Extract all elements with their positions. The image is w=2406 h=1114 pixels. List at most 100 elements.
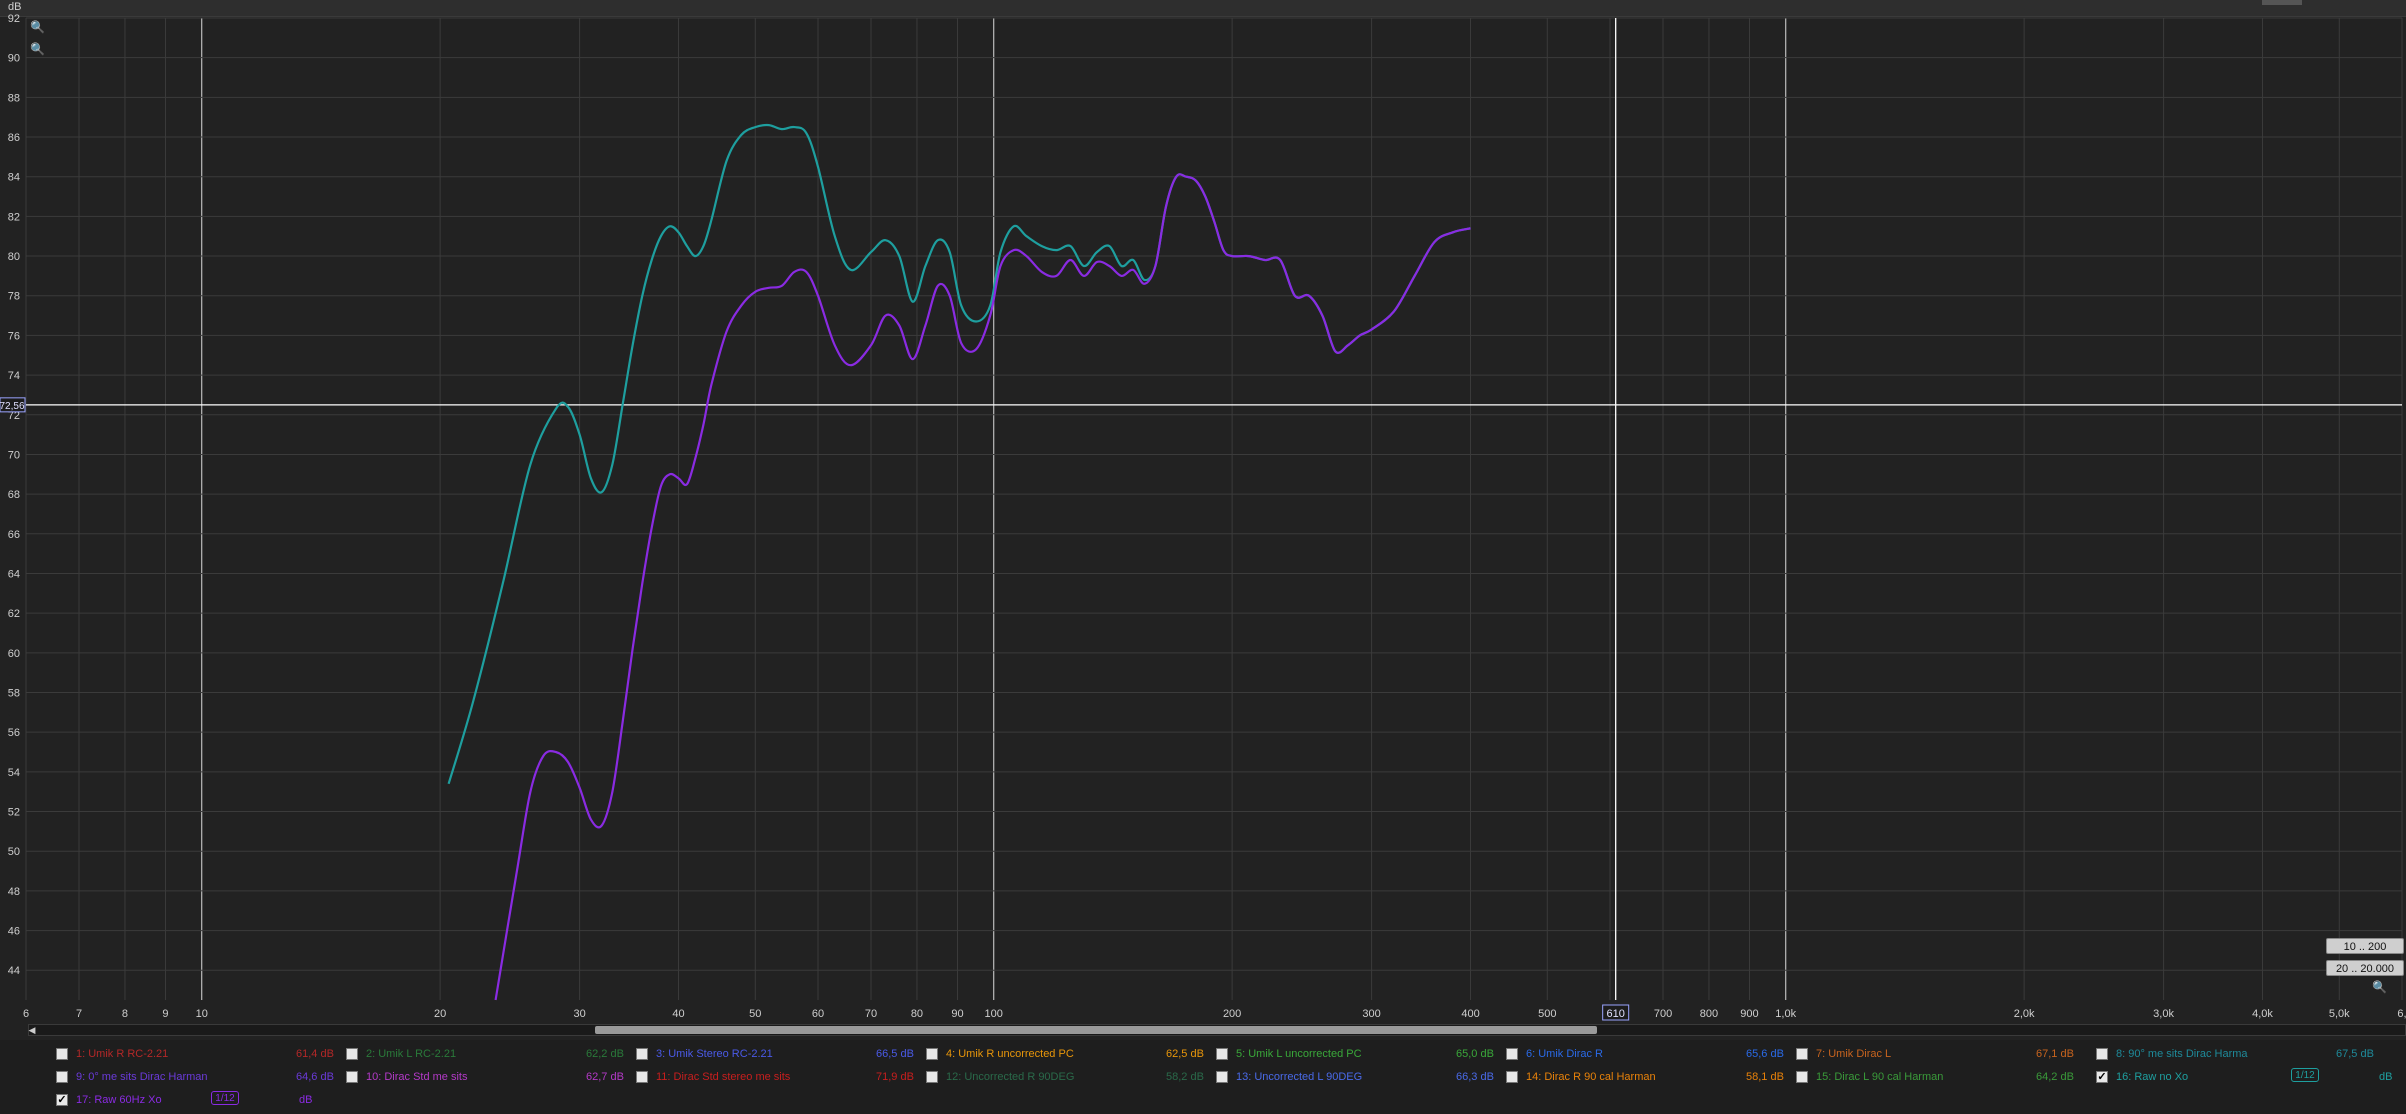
x-tick-label: 400 (1461, 1008, 1479, 1020)
y-tick-label: 68 (8, 489, 20, 501)
x-tick-label: 70 (865, 1008, 877, 1020)
y-tick-label: 66 (8, 529, 20, 541)
legend-checkbox[interactable] (1796, 1048, 1808, 1060)
legend-checkbox[interactable] (1216, 1071, 1228, 1083)
legend-name[interactable]: 13: Uncorrected L 90DEG (1236, 1071, 1362, 1083)
legend-value: 65,6 dB (1746, 1048, 1784, 1060)
y-tick-label: 84 (8, 172, 20, 184)
legend-checkbox[interactable] (636, 1048, 648, 1060)
legend-name[interactable]: 1: Umik R RC-2.21 (76, 1048, 168, 1060)
legend-name[interactable]: 16: Raw no Xo (2116, 1071, 2188, 1083)
y-tick-label: 62 (8, 608, 20, 620)
cursor-y-label: 72,56 (0, 401, 25, 412)
legend-item: 11: Dirac Std stereo me sits 71,9 dB (636, 1068, 921, 1088)
legend-checkbox[interactable] (1506, 1048, 1518, 1060)
y-tick-label: 86 (8, 132, 20, 144)
legend-value: 62,7 dB (586, 1071, 624, 1083)
scroll-left-icon[interactable]: ◀ (27, 1025, 37, 1035)
x-tick-label: 30 (573, 1008, 585, 1020)
legend-name[interactable]: 8: 90° me sits Dirac Harma (2116, 1048, 2248, 1060)
legend-checkbox[interactable] (56, 1071, 68, 1083)
legend-item: 4: Umik R uncorrected PC 62,5 dB (926, 1045, 1211, 1065)
y-tick-label: 56 (8, 727, 20, 739)
range-10-200-button[interactable]: 10 .. 200 (2326, 938, 2404, 954)
y-tick-label: 46 (8, 926, 20, 938)
legend-value: 64,6 dB (296, 1071, 334, 1083)
legend-name[interactable]: 12: Uncorrected R 90DEG (946, 1071, 1074, 1083)
legend-checkbox[interactable] (1216, 1048, 1228, 1060)
legend-value: dB (299, 1094, 313, 1106)
legend-value: 62,5 dB (1166, 1048, 1204, 1060)
legend-value: 64,2 dB (2036, 1071, 2074, 1083)
legend-value: 65,0 dB (1456, 1048, 1494, 1060)
legend-value: 66,5 dB (876, 1048, 914, 1060)
spl-graph[interactable]: 4446485052545658606264666870727476788082… (0, 0, 2406, 1040)
legend-value: 71,9 dB (876, 1071, 914, 1083)
cursor-x-label: 610 (1607, 1008, 1625, 1020)
legend-name[interactable]: 9: 0° me sits Dirac Harman (76, 1071, 208, 1083)
x-tick-label: 5,0k (2329, 1008, 2350, 1020)
legend-name[interactable]: 2: Umik L RC-2.21 (366, 1048, 456, 1060)
legend-checkbox[interactable] (636, 1071, 648, 1083)
legend-name[interactable]: 17: Raw 60Hz Xo (76, 1094, 162, 1106)
legend-checkbox[interactable] (346, 1048, 358, 1060)
legend-name[interactable]: 6: Umik Dirac R (1526, 1048, 1603, 1060)
legend-value: 66,3 dB (1456, 1071, 1494, 1083)
x-tick-label: 50 (749, 1008, 761, 1020)
y-tick-label: 82 (8, 211, 20, 223)
legend-checkbox[interactable] (56, 1048, 68, 1060)
legend-item: ✓ 16: Raw no Xo 1/12 dB (2096, 1068, 2392, 1088)
legend-item: 6: Umik Dirac R 65,6 dB (1506, 1045, 1791, 1065)
y-tick-label: 88 (8, 92, 20, 104)
legend-name[interactable]: 7: Umik Dirac L (1816, 1048, 1891, 1060)
legend-item: 14: Dirac R 90 cal Harman 58,1 dB (1506, 1068, 1791, 1088)
legend-checkbox[interactable] (346, 1071, 358, 1083)
legend-checkbox[interactable] (926, 1048, 938, 1060)
zoom-in-icon[interactable]: 🔍 (30, 20, 45, 34)
range-20-20000-button[interactable]: 20 .. 20.000 (2326, 960, 2404, 976)
x-tick-label: 8 (122, 1008, 128, 1020)
legend-checkbox[interactable] (1506, 1071, 1518, 1083)
y-tick-label: 74 (8, 370, 20, 382)
legend-item: 13: Uncorrected L 90DEG 66,3 dB (1216, 1068, 1501, 1088)
legend-item: 5: Umik L uncorrected PC 65,0 dB (1216, 1045, 1501, 1065)
legend-name[interactable]: 3: Umik Stereo RC-2.21 (656, 1048, 773, 1060)
legend-checkbox[interactable] (926, 1071, 938, 1083)
x-tick-label: 6 (23, 1008, 29, 1020)
legend-item: 1: Umik R RC-2.21 61,4 dB (56, 1045, 341, 1065)
zoom-out-icon[interactable]: 🔍 (30, 42, 45, 56)
y-tick-label: 58 (8, 688, 20, 700)
legend-name[interactable]: 14: Dirac R 90 cal Harman (1526, 1071, 1656, 1083)
legend-value: dB (2379, 1071, 2393, 1083)
legend-value: 67,1 dB (2036, 1048, 2074, 1060)
legend-name[interactable]: 11: Dirac Std stereo me sits (656, 1071, 790, 1083)
legend-checkbox[interactable] (2096, 1048, 2108, 1060)
legend-name[interactable]: 15: Dirac L 90 cal Harman (1816, 1071, 1943, 1083)
x-tick-label: 10 (196, 1008, 208, 1020)
legend-item: 2: Umik L RC-2.21 62,2 dB (346, 1045, 631, 1065)
y-tick-label: 48 (8, 886, 20, 898)
x-tick-label: 1,0k (1775, 1008, 1796, 1020)
smoothing-button[interactable]: 1/12 (211, 1091, 239, 1105)
legend-name[interactable]: 4: Umik R uncorrected PC (946, 1048, 1074, 1060)
x-tick-label: 500 (1538, 1008, 1556, 1020)
legend-value: 61,4 dB (296, 1048, 334, 1060)
legend-name[interactable]: 10: Dirac Std me sits (366, 1071, 467, 1083)
legend-value: 58,2 dB (1166, 1071, 1204, 1083)
legend-checkbox[interactable] (1796, 1071, 1808, 1083)
legend-item: 15: Dirac L 90 cal Harman 64,2 dB (1796, 1068, 2081, 1088)
x-zoom-icon[interactable]: 🔍 (2372, 980, 2387, 994)
legend-item: 3: Umik Stereo RC-2.21 66,5 dB (636, 1045, 921, 1065)
y-tick-label: 78 (8, 291, 20, 303)
legend-name[interactable]: 5: Umik L uncorrected PC (1236, 1048, 1362, 1060)
y-tick-label: 80 (8, 251, 20, 263)
legend-checkbox[interactable]: ✓ (2096, 1071, 2108, 1083)
legend-checkbox[interactable]: ✓ (56, 1094, 68, 1106)
legend-value: 58,1 dB (1746, 1071, 1784, 1083)
y-tick-label: 76 (8, 330, 20, 342)
x-tick-label: 100 (985, 1008, 1003, 1020)
legend-panel: 1: Umik R RC-2.21 61,4 dB 2: Umik L RC-2.2… (0, 1040, 2406, 1114)
scrollbar-thumb[interactable] (595, 1026, 1597, 1034)
horizontal-scrollbar[interactable]: ◀ (28, 1024, 2406, 1036)
smoothing-button[interactable]: 1/12 (2291, 1068, 2319, 1082)
